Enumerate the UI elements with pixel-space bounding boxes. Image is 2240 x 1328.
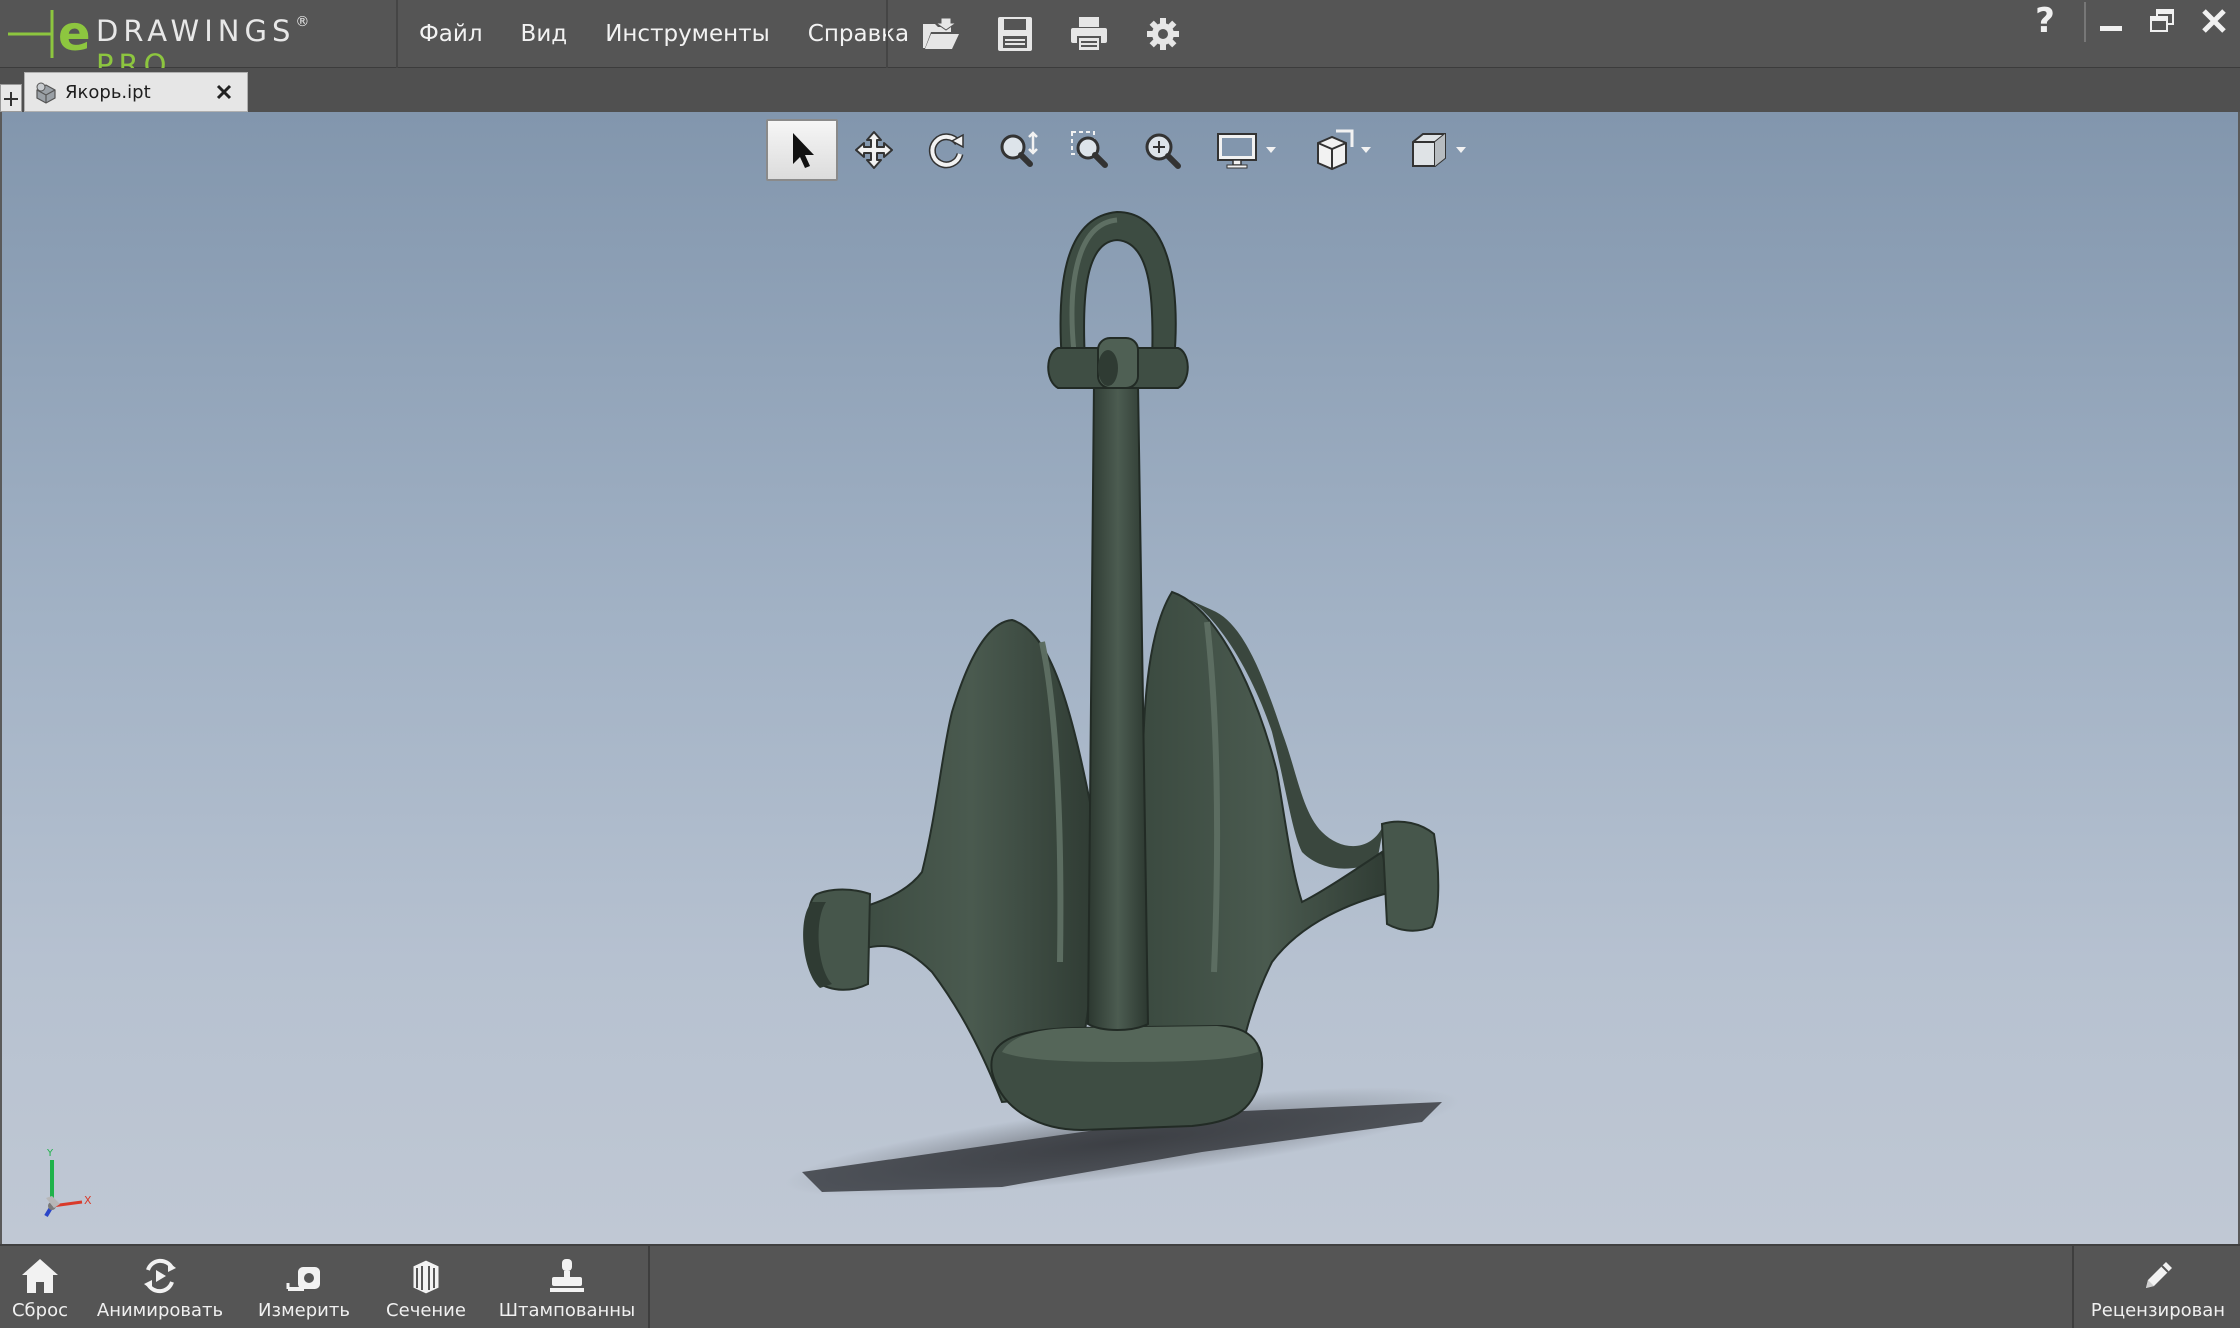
stamp-button[interactable]: Штампованны [499, 1246, 635, 1328]
file-toolbar [886, 0, 1200, 68]
edrawings-window: e DRAWINGS® PRO Файл Вид Инструменты Спр… [0, 0, 2240, 1328]
select-icon [793, 133, 814, 168]
rotate-button[interactable] [910, 119, 982, 181]
section-view-icon [1317, 129, 1354, 171]
bottom-toolbar: Сброс Анимировать Измерить Сечение Штамп… [0, 1244, 2240, 1328]
minimize-button[interactable] [2086, 0, 2136, 42]
print-icon [1071, 17, 1107, 52]
document-tab[interactable]: Якорь.ipt [24, 72, 248, 112]
zoom-fit-button[interactable] [1126, 119, 1198, 181]
help-button[interactable]: ? [2006, 0, 2084, 42]
chevron-down-icon [1266, 147, 1276, 153]
app-logo: e DRAWINGS® PRO [0, 0, 398, 82]
section-label: Сечение [386, 1300, 466, 1321]
document-tab-label: Якорь.ipt [65, 82, 151, 103]
print-button[interactable] [1052, 0, 1126, 68]
crown-top [1002, 1026, 1258, 1062]
chevron-down-icon [1456, 147, 1466, 153]
menu-bar: Файл Вид Инструменты Справка [400, 0, 928, 68]
zoom-icon [1000, 131, 1038, 167]
measure-label: Измерить [258, 1300, 350, 1321]
window-controls: ? [2006, 0, 2240, 68]
section-icon [412, 1259, 440, 1295]
new-tab-button[interactable] [0, 84, 22, 112]
review-label: Рецензирован [2090, 1300, 2226, 1321]
save-button[interactable] [978, 0, 1052, 68]
menu-view[interactable]: Вид [502, 0, 587, 68]
gear-icon [1147, 18, 1179, 50]
standard-views-icon [1412, 133, 1446, 167]
options-button[interactable] [1126, 0, 1200, 68]
bottom-divider-right [2072, 1246, 2074, 1328]
axis-y-label: Y [46, 1148, 54, 1159]
anchor-model[interactable] [2, 112, 2238, 1244]
section-view-button[interactable] [1294, 119, 1390, 181]
reset-label: Сброс [11, 1300, 68, 1321]
bottom-divider-left [648, 1246, 650, 1328]
review-button[interactable]: Рецензирован [2088, 1246, 2228, 1328]
shank [1086, 375, 1150, 1031]
display-style-button[interactable] [1198, 119, 1294, 181]
measure-button[interactable]: Измерить [254, 1246, 354, 1328]
menu-file[interactable]: Файл [400, 0, 502, 68]
save-icon [998, 17, 1032, 51]
close-icon [2202, 9, 2226, 33]
menu-tools[interactable]: Инструменты [586, 0, 789, 68]
open-icon [923, 17, 959, 49]
standard-views-button[interactable] [1390, 119, 1486, 181]
measure-icon [286, 1267, 320, 1291]
pan-button[interactable] [838, 119, 910, 181]
right-palm [1380, 820, 1440, 932]
pan-icon [855, 131, 893, 169]
minimize-icon [2100, 26, 2122, 31]
select-button[interactable] [766, 119, 838, 181]
zoom-button[interactable] [982, 119, 1054, 181]
stamp-label: Штампованны [498, 1300, 636, 1321]
restore-button[interactable] [2136, 0, 2188, 42]
pencil-icon [2146, 1262, 2172, 1288]
view-toolbar [766, 118, 1486, 182]
zoom-fit-icon [1145, 133, 1181, 169]
rotate-icon [928, 133, 964, 169]
zoom-window-icon [1071, 131, 1108, 168]
home-icon [22, 1259, 58, 1293]
open-button[interactable] [904, 0, 978, 68]
shackle-pin-end [1098, 350, 1118, 386]
tab-close-icon[interactable] [213, 81, 235, 103]
brand-main: DRAWINGS [96, 14, 296, 48]
title-bar: e DRAWINGS® PRO Файл Вид Инструменты Спр… [0, 0, 2240, 82]
animate-icon [144, 1258, 176, 1294]
zoom-window-button[interactable] [1054, 119, 1126, 181]
axis-triad: Y X [44, 1148, 92, 1218]
brand-reg: ® [295, 14, 315, 30]
section-button[interactable]: Сечение [382, 1246, 470, 1328]
part-file-icon [36, 82, 56, 104]
edrawings-logo-icon: e [8, 6, 91, 62]
3d-viewport[interactable]: Y X [2, 112, 2238, 1244]
display-style-icon [1217, 133, 1257, 169]
axis-x-label: X [84, 1194, 92, 1207]
plus-icon [4, 92, 18, 106]
restore-icon [2150, 9, 2174, 32]
close-button[interactable] [2188, 0, 2240, 42]
chevron-down-icon [1361, 147, 1371, 153]
reset-button[interactable]: Сброс [2, 1246, 78, 1328]
stamp-icon [550, 1259, 584, 1292]
animate-button[interactable]: Анимировать [96, 1246, 224, 1328]
document-tab-strip: Якорь.ipt [0, 68, 2240, 112]
animate-label: Анимировать [96, 1300, 224, 1321]
svg-text:e: e [58, 6, 91, 62]
